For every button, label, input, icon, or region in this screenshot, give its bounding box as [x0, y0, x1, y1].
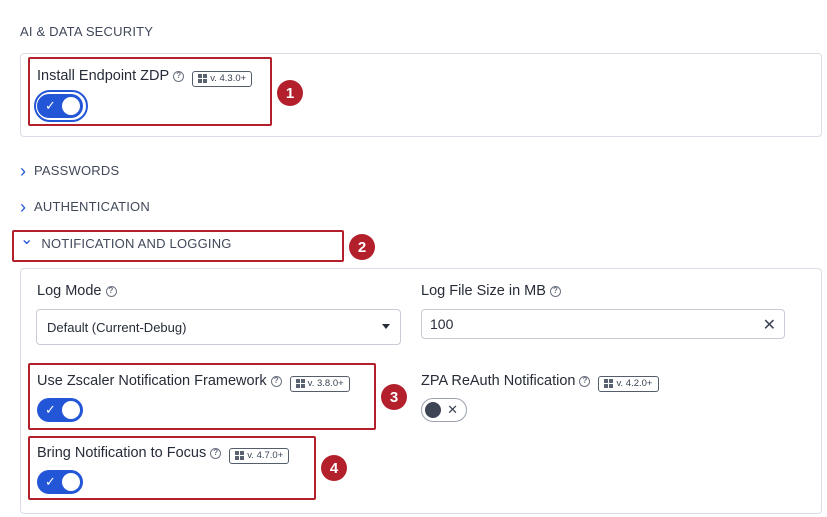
- callout-badge-1: 1: [277, 80, 303, 106]
- callout-badge-2: 2: [349, 234, 375, 260]
- help-icon[interactable]: ?: [549, 285, 561, 297]
- callout-box-4: [28, 436, 316, 500]
- callout-box-3: [28, 363, 376, 430]
- toggle-knob: [425, 402, 441, 418]
- zpa-reauth-setting: ZPA ReAuth Notification? v. 4.2.0+: [421, 372, 659, 392]
- caret-down-icon: [382, 324, 390, 329]
- help-icon[interactable]: ?: [105, 285, 117, 297]
- help-icon[interactable]: ?: [579, 375, 591, 387]
- callout-box-1: [28, 57, 272, 126]
- log-mode-value: Default (Current-Debug): [47, 319, 187, 335]
- authentication-section-title: AUTHENTICATION: [34, 199, 150, 214]
- chevron-right-icon: ›: [20, 196, 26, 217]
- log-file-size-label: Log File Size in MB: [421, 283, 546, 299]
- version-badge: v. 4.2.0+: [598, 375, 659, 392]
- windows-icon: [604, 379, 614, 388]
- callout-box-2: [12, 230, 344, 262]
- callout-badge-3: 3: [381, 384, 407, 410]
- passwords-section-header[interactable]: › PASSWORDS: [20, 160, 120, 181]
- log-file-size-setting: Log File Size in MB?: [421, 282, 561, 300]
- clear-icon[interactable]: ✕: [763, 315, 776, 335]
- version-label: v. 4.2.0+: [616, 378, 653, 389]
- log-mode-dropdown[interactable]: Default (Current-Debug): [36, 309, 401, 345]
- close-icon: ✕: [447, 402, 458, 417]
- ai-security-section-title: AI & DATA SECURITY: [20, 24, 154, 39]
- log-file-size-input[interactable]: 100 ✕: [421, 309, 785, 339]
- log-file-size-value: 100: [430, 316, 454, 332]
- chevron-right-icon: ›: [20, 160, 26, 181]
- log-mode-setting: Log Mode?: [37, 282, 117, 300]
- zpa-reauth-toggle[interactable]: ✕: [421, 398, 467, 422]
- passwords-section-title: PASSWORDS: [34, 163, 120, 178]
- callout-badge-4: 4: [321, 455, 347, 481]
- authentication-section-header[interactable]: › AUTHENTICATION: [20, 196, 150, 217]
- zpa-reauth-label: ZPA ReAuth Notification: [421, 373, 576, 389]
- log-mode-label: Log Mode: [37, 283, 102, 299]
